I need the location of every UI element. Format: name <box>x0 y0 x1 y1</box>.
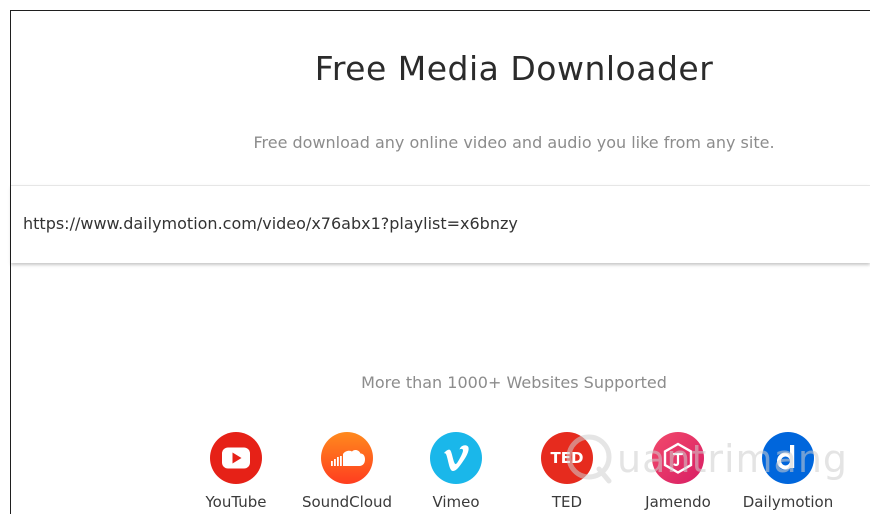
dailymotion-icon <box>762 432 814 484</box>
site-dailymotion[interactable]: Dailymotion <box>728 432 848 522</box>
vimeo-icon <box>430 432 482 484</box>
site-label: YouTube <box>205 493 267 511</box>
url-input[interactable] <box>23 210 843 236</box>
site-label: Dailymotion <box>742 493 834 511</box>
svg-text:TED: TED <box>551 449 584 467</box>
page-subtitle: Free download any online video and audio… <box>253 133 775 152</box>
site-ted[interactable]: TED TED <box>507 432 627 522</box>
youtube-icon <box>210 432 262 484</box>
url-bar <box>11 185 870 263</box>
jamendo-icon <box>652 432 704 484</box>
site-vimeo[interactable]: Vimeo <box>396 432 516 522</box>
site-label: Vimeo <box>432 493 480 511</box>
supported-sites-caption: More than 1000+ Websites Supported <box>361 373 667 392</box>
site-label: TED <box>551 493 583 511</box>
downloader-panel: Free Media Downloader Free download any … <box>10 10 870 514</box>
ted-icon: TED <box>541 432 593 484</box>
site-soundcloud[interactable]: SoundCloud <box>287 432 407 522</box>
site-jamendo[interactable]: Jamendo <box>618 432 738 522</box>
soundcloud-icon <box>321 432 373 484</box>
site-label: SoundCloud <box>301 493 393 511</box>
site-label: Jamendo <box>645 493 711 511</box>
page-title: Free Media Downloader <box>314 49 714 88</box>
site-youtube[interactable]: YouTube <box>176 432 296 522</box>
